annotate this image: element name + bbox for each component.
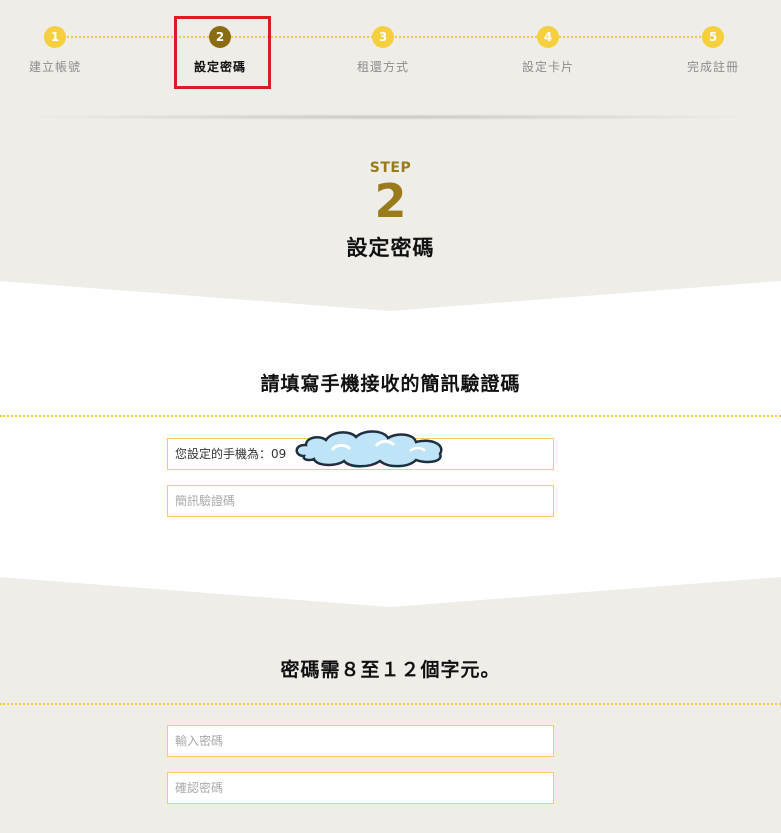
- step-1[interactable]: 1 建立帳號: [0, 26, 110, 75]
- sms-divider: [0, 415, 781, 417]
- password-divider: [0, 703, 781, 705]
- step-3[interactable]: 3 租還方式: [328, 26, 438, 75]
- header-shadow: [10, 114, 771, 120]
- phone-display-text: 您設定的手機為：09: [175, 447, 287, 461]
- confirm-password-input[interactable]: [167, 772, 554, 804]
- active-step-highlight-box: [174, 16, 271, 89]
- cloud-redaction-icon: [295, 430, 443, 468]
- step-5-number: 5: [702, 26, 724, 48]
- password-input[interactable]: [167, 725, 554, 757]
- step-number: 2: [374, 174, 407, 228]
- step-5[interactable]: 5 完成註冊: [658, 26, 768, 75]
- step-4-label: 設定卡片: [521, 60, 574, 74]
- step-5-label: 完成註冊: [686, 60, 739, 74]
- step-1-label: 建立帳號: [28, 60, 81, 74]
- step-4[interactable]: 4 設定卡片: [493, 26, 603, 75]
- password-section-title: 密碼需８至１２個字元。: [280, 659, 501, 681]
- sms-section-title: 請填寫手機接收的簡訊驗證碼: [260, 373, 521, 395]
- step-header: STEP 2 設定密碼: [0, 160, 781, 262]
- step-3-label: 租還方式: [356, 60, 409, 74]
- sms-code-input[interactable]: [167, 485, 554, 517]
- page-title: 設定密碼: [346, 236, 435, 260]
- step-4-number: 4: [537, 26, 559, 48]
- step-3-number: 3: [372, 26, 394, 48]
- progress-stepper: 1 建立帳號 2 設定密碼 3 租還方式 4 設定卡片 5 完成註冊: [0, 0, 781, 120]
- step-1-number: 1: [44, 26, 66, 48]
